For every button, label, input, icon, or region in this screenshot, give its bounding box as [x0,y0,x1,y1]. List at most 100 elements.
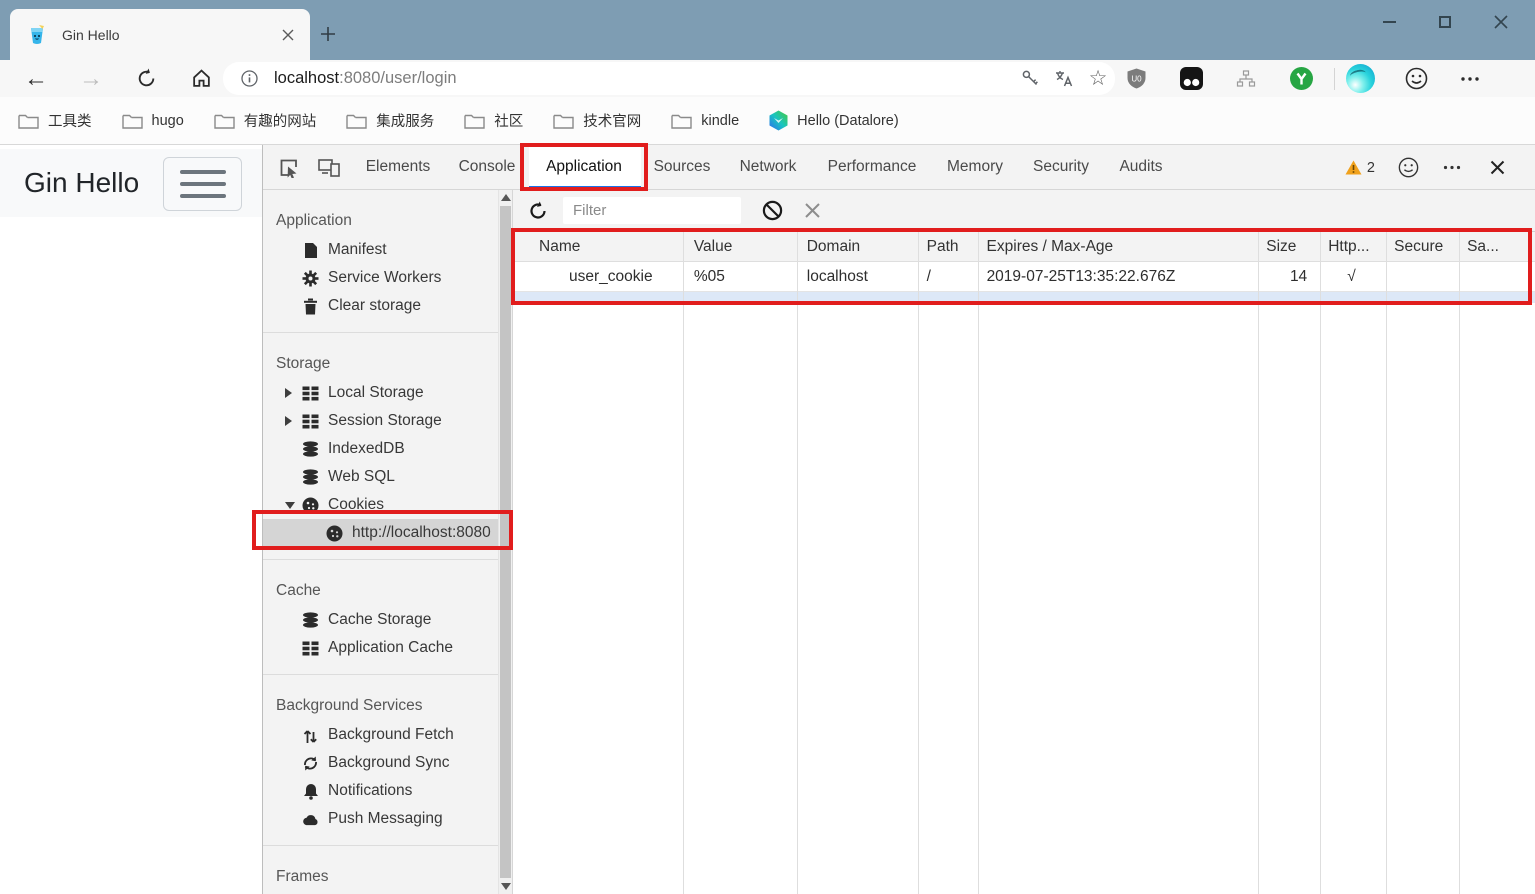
password-key-icon[interactable] [1013,62,1047,95]
sidebar-item-manifest[interactable]: Manifest [263,236,499,264]
sidebar-item-session-storage[interactable]: Session Storage [263,407,499,435]
sidebar-scrollbar[interactable] [498,190,512,894]
forward-icon[interactable]: → [71,60,111,97]
folder-icon [122,113,143,129]
cookie-filter-input[interactable] [563,197,741,224]
collapse-icon[interactable] [285,502,295,509]
database-icon [302,441,319,458]
delete-selected-icon[interactable] [795,194,829,228]
feedback-smiley-icon[interactable] [1399,62,1433,96]
section-title: Frames [263,862,512,892]
ublock-extension-icon[interactable]: U0 [1119,62,1153,96]
devtools-panel: Elements Console Application Sources Net… [262,145,1535,894]
clear-all-cookies-icon[interactable] [755,194,789,228]
section-title: Cache [263,576,512,606]
sidebar-item-application-cache[interactable]: Application Cache [263,634,499,662]
sidebar-item-indexeddb[interactable]: IndexedDB [263,435,499,463]
profile-avatar[interactable] [1343,62,1377,96]
sidebar-item-clear-storage[interactable]: Clear storage [263,292,499,320]
folder-icon [464,113,485,129]
bookmark-folder[interactable]: 集成服务 [346,110,434,131]
cookie-row-spacer[interactable] [513,292,1535,303]
sidebar-item-notifications[interactable]: Notifications [263,777,499,805]
green-extension-icon[interactable] [1284,62,1318,96]
refresh-icon[interactable] [126,60,166,97]
col-name[interactable]: Name [513,232,683,261]
tab-application[interactable]: Application [546,145,622,189]
browser-tab[interactable]: Gin Hello [10,9,310,60]
col-size[interactable]: Size [1257,232,1319,261]
titlebar: Gin Hello [0,0,1535,60]
site-info-icon[interactable] [241,70,258,87]
cookie-row[interactable]: user_cookie %05 localhost / 2019-07-25T1… [513,262,1535,292]
col-secure[interactable]: Secure [1385,232,1458,261]
refresh-cookies-icon[interactable] [521,194,555,228]
bookmark-folder[interactable]: hugo [122,113,184,129]
folder-icon [553,113,574,129]
url-text[interactable]: localhost:8080/user/login [274,69,1013,88]
col-domain[interactable]: Domain [797,232,918,261]
col-samesite[interactable]: Sa... [1458,232,1535,261]
tab-memory[interactable]: Memory [947,145,1003,189]
sidebar-item-web-sql[interactable]: Web SQL [263,463,499,491]
bookmark-folder[interactable]: 技术官网 [553,110,641,131]
sidebar-item-service-workers[interactable]: Service Workers [263,264,499,292]
scroll-down-icon[interactable] [501,883,511,890]
page-brand: Gin Hello [24,167,139,199]
folder-icon [18,113,39,129]
favorite-star-icon[interactable]: ☆ [1081,62,1115,95]
sidebar-item-local-storage[interactable]: Local Storage [263,379,499,407]
bookmark-datalore[interactable]: Hello (Datalore) [769,110,899,131]
col-path[interactable]: Path [918,232,978,261]
window-close-icon[interactable] [1473,2,1529,42]
sidebar-item-background-fetch[interactable]: Background Fetch [263,721,499,749]
inspect-element-icon[interactable] [271,145,307,190]
col-expires[interactable]: Expires / Max-Age [978,232,1258,261]
browser-menu-icon[interactable] [1453,62,1487,96]
tab-elements[interactable]: Elements [366,145,431,189]
bookmark-folder[interactable]: 社区 [464,110,523,131]
new-tab-icon[interactable] [312,18,344,50]
warnings-badge[interactable]: 2 [1345,145,1375,190]
address-bar[interactable]: localhost:8080/user/login ☆ [223,62,1115,95]
window-maximize-icon[interactable] [1417,2,1473,42]
sidebar-item-cache-storage[interactable]: Cache Storage [263,606,499,634]
section-title: Storage [263,349,512,379]
devtools-tabbar: Elements Console Application Sources Net… [263,145,1535,190]
svg-text:U0: U0 [1131,75,1142,84]
expand-icon[interactable] [285,416,292,426]
sync-arrows-icon [302,755,319,772]
navbar-toggler-button[interactable] [163,157,242,211]
tab-sources[interactable]: Sources [654,145,711,189]
bookmark-folder[interactable]: 工具类 [18,110,92,131]
tab-security[interactable]: Security [1033,145,1089,189]
sidebar-item-cookie-origin[interactable]: http://localhost:8080 [263,519,499,547]
tab-audits[interactable]: Audits [1119,145,1162,189]
col-httponly[interactable]: Http... [1319,232,1385,261]
tab-console[interactable]: Console [459,145,516,189]
translate-icon[interactable] [1047,62,1081,95]
col-value[interactable]: Value [683,232,797,261]
bookmark-folder[interactable]: 有趣的网站 [214,110,317,131]
sidebar-item-push-messaging[interactable]: Push Messaging [263,805,499,833]
devtools-feedback-icon[interactable] [1398,145,1419,190]
sitemap-extension-icon[interactable] [1229,62,1263,96]
cell-httponly: √ [1319,262,1385,291]
expand-icon[interactable] [285,388,292,398]
tab-close-icon[interactable] [274,21,302,49]
scrollbar-thumb[interactable] [500,206,511,878]
scroll-up-icon[interactable] [501,194,511,201]
tab-network[interactable]: Network [740,145,797,189]
window-minimize-icon[interactable] [1361,2,1417,42]
device-toolbar-icon[interactable] [311,145,347,190]
home-icon[interactable] [181,60,221,97]
devtools-close-icon[interactable] [1490,145,1505,190]
devtools-menu-icon[interactable] [1443,145,1461,190]
bookmark-folder[interactable]: kindle [671,113,739,129]
tab-performance[interactable]: Performance [828,145,917,189]
dark-extension-icon[interactable] [1174,62,1208,96]
cookies-table: Name Value Domain Path Expires / Max-Age… [513,232,1535,894]
back-icon[interactable]: ← [16,60,56,97]
sidebar-item-cookies[interactable]: Cookies [263,491,499,519]
sidebar-item-background-sync[interactable]: Background Sync [263,749,499,777]
